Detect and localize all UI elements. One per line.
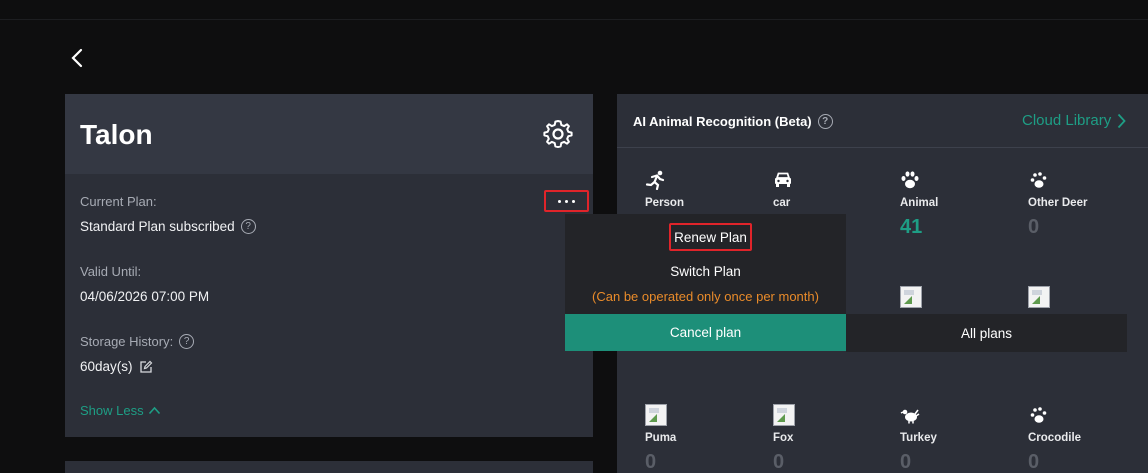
storage-history-value: 60day(s) bbox=[80, 359, 153, 374]
category-count: 0 bbox=[645, 451, 657, 473]
category-car[interactable]: car bbox=[773, 169, 883, 209]
current-plan-value: Standard Plan subscribed ? bbox=[80, 219, 256, 234]
category-crocodile[interactable]: Crocodile 0 bbox=[1028, 404, 1138, 473]
category-count: 0 bbox=[900, 451, 912, 473]
gear-icon bbox=[543, 120, 573, 148]
category-count: 0 bbox=[1028, 216, 1040, 238]
category-count: 41 bbox=[900, 216, 923, 238]
person-running-icon bbox=[645, 170, 665, 190]
category-turkey[interactable]: Turkey 0 bbox=[900, 404, 1010, 473]
more-options-button[interactable] bbox=[544, 190, 589, 212]
divider bbox=[617, 147, 1148, 148]
secondary-card bbox=[65, 461, 593, 473]
cancel-plan-button[interactable]: Cancel plan bbox=[565, 314, 846, 351]
broken-image-icon bbox=[900, 286, 922, 308]
switch-plan-menu-item[interactable]: Switch Plan bbox=[565, 264, 846, 279]
category-item[interactable] bbox=[900, 286, 1010, 308]
category-puma[interactable]: Puma 0 bbox=[645, 404, 755, 473]
show-less-link[interactable]: Show Less bbox=[80, 403, 161, 418]
storage-history-label: Storage History: ? bbox=[80, 334, 195, 349]
turkey-icon bbox=[900, 409, 920, 424]
back-button[interactable] bbox=[66, 44, 88, 72]
category-count: 0 bbox=[773, 451, 785, 473]
category-fox[interactable]: Fox 0 bbox=[773, 404, 883, 473]
paw-small-icon bbox=[1030, 172, 1047, 188]
plan-options-menu: Renew Plan Switch Plan (Can be operated … bbox=[565, 214, 846, 351]
broken-image-icon bbox=[645, 404, 667, 426]
current-plan-label: Current Plan: bbox=[80, 194, 157, 209]
paw-small-icon bbox=[1030, 407, 1047, 423]
category-other-deer[interactable]: Other Deer 0 bbox=[1028, 169, 1138, 239]
help-icon[interactable]: ? bbox=[179, 334, 195, 349]
category-item[interactable] bbox=[1028, 286, 1138, 308]
chevron-right-icon bbox=[1118, 113, 1126, 128]
help-icon[interactable]: ? bbox=[240, 219, 256, 234]
help-icon[interactable]: ? bbox=[817, 114, 833, 129]
valid-until-label: Valid Until: bbox=[80, 264, 142, 279]
dot-icon bbox=[572, 199, 575, 203]
edit-icon[interactable] bbox=[139, 360, 153, 374]
dot-icon bbox=[565, 199, 568, 203]
switch-plan-note: (Can be operated only once per month) bbox=[592, 289, 819, 304]
top-divider bbox=[0, 19, 1148, 20]
ai-title: AI Animal Recognition (Beta) ? bbox=[633, 114, 833, 129]
chevron-left-icon bbox=[71, 48, 83, 68]
cloud-library-link[interactable]: Cloud Library bbox=[1022, 112, 1126, 129]
paw-icon bbox=[901, 171, 919, 189]
valid-until-value: 04/06/2026 07:00 PM bbox=[80, 289, 210, 304]
car-icon bbox=[775, 172, 791, 187]
category-count: 0 bbox=[1028, 451, 1040, 473]
category-person[interactable]: Person bbox=[645, 169, 755, 209]
chevron-up-icon bbox=[148, 406, 160, 415]
renew-plan-menu-item[interactable]: Renew Plan bbox=[669, 223, 752, 251]
all-plans-button[interactable]: All plans bbox=[846, 314, 1127, 352]
category-animal[interactable]: Animal 41 bbox=[900, 169, 1010, 239]
dot-icon bbox=[558, 199, 561, 203]
device-name: Talon bbox=[80, 119, 153, 150]
settings-button[interactable] bbox=[542, 118, 574, 150]
device-card: Talon Current Plan: Standard Plan subscr… bbox=[65, 94, 593, 437]
device-header: Talon bbox=[65, 94, 593, 174]
broken-image-icon bbox=[773, 404, 795, 426]
broken-image-icon bbox=[1028, 286, 1050, 308]
